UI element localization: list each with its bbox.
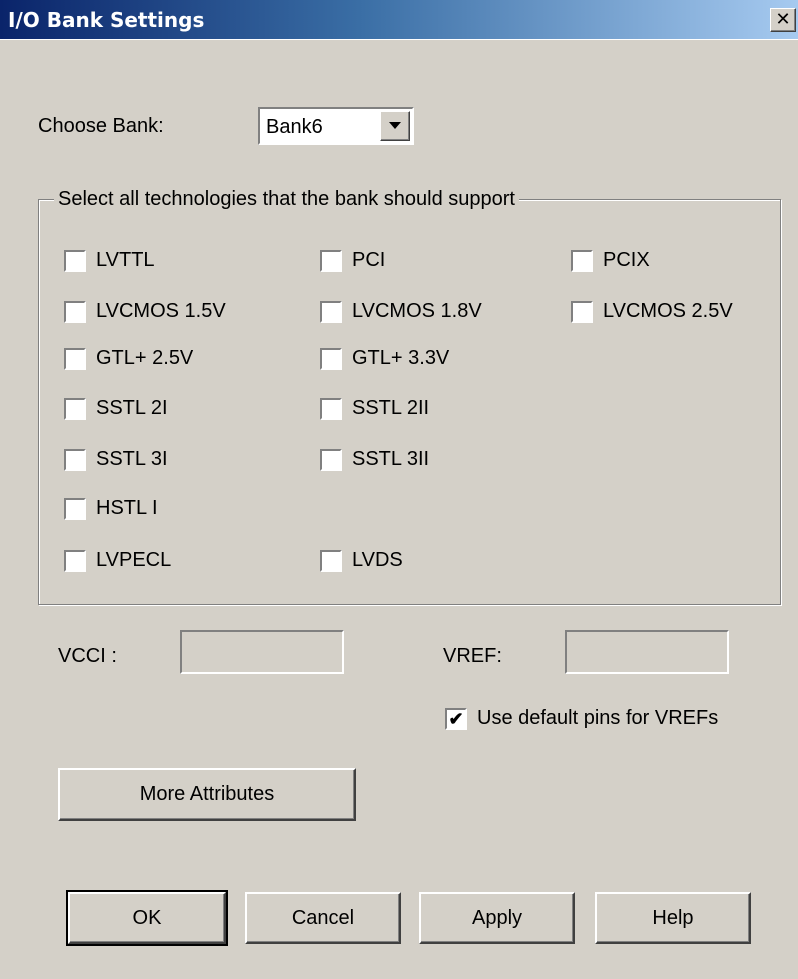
- window-title: I/O Bank Settings: [8, 8, 205, 32]
- checkbox-label: GTL+ 2.5V: [96, 347, 194, 369]
- checkbox-label: LVCMOS 1.8V: [352, 300, 482, 322]
- cancel-button[interactable]: Cancel: [245, 892, 401, 944]
- checkbox-label: LVCMOS 2.5V: [603, 300, 733, 322]
- checkbox-label: LVCMOS 1.5V: [96, 300, 226, 322]
- close-button[interactable]: ✕: [770, 8, 796, 32]
- checkbox-box[interactable]: [571, 301, 593, 323]
- checkbox-label: GTL+ 3.3V: [352, 347, 450, 369]
- close-icon: ✕: [775, 9, 791, 30]
- checkbox-label: Use default pins for VREFs: [477, 707, 719, 729]
- checkbox-label: PCIX: [603, 249, 650, 271]
- checkbox-box[interactable]: [320, 550, 342, 572]
- checkbox-box[interactable]: [320, 348, 342, 370]
- choose-bank-label: Choose Bank:: [38, 115, 164, 137]
- vref-field[interactable]: [565, 630, 729, 674]
- checkbox-box[interactable]: [64, 449, 86, 471]
- checkbox-label: SSTL 2II: [352, 397, 430, 419]
- io-bank-settings-dialog: I/O Bank Settings ✕ Choose Bank: Bank6 S…: [0, 0, 798, 979]
- vcci-label: VCCI :: [58, 645, 117, 667]
- checkbox-box[interactable]: [64, 348, 86, 370]
- checkbox-box[interactable]: [64, 301, 86, 323]
- checkbox-label: SSTL 3II: [352, 448, 430, 470]
- checkbox-box[interactable]: [320, 301, 342, 323]
- checkbox-label: SSTL 2I: [96, 397, 168, 419]
- checkbox-label: HSTL I: [96, 497, 158, 519]
- checkbox-box[interactable]: [64, 250, 86, 272]
- checkbox-box[interactable]: [320, 449, 342, 471]
- checkbox-label: LVPECL: [96, 549, 172, 571]
- checkbox-box[interactable]: [64, 398, 86, 420]
- checkbox-box[interactable]: [64, 550, 86, 572]
- checkbox-box[interactable]: [320, 398, 342, 420]
- vref-label: VREF:: [443, 645, 502, 667]
- checkbox-label: PCI: [352, 249, 386, 271]
- checkbox-label: SSTL 3I: [96, 448, 168, 470]
- checkbox-box[interactable]: ✔: [445, 708, 467, 730]
- title-bar[interactable]: I/O Bank Settings ✕: [0, 0, 798, 40]
- checkbox-box[interactable]: [64, 498, 86, 520]
- checkbox-label: LVDS: [352, 549, 403, 571]
- checkbox-box[interactable]: [320, 250, 342, 272]
- help-button[interactable]: Help: [595, 892, 751, 944]
- chevron-down-icon: [389, 122, 401, 129]
- ok-button[interactable]: OK: [66, 890, 228, 946]
- technologies-group-legend: Select all technologies that the bank sh…: [54, 188, 519, 211]
- bank-select[interactable]: Bank6: [258, 107, 414, 145]
- more-attributes-button[interactable]: More Attributes: [58, 768, 356, 821]
- apply-button[interactable]: Apply: [419, 892, 575, 944]
- bank-dropdown-button[interactable]: [380, 111, 410, 141]
- checkbox-label: LVTTL: [96, 249, 155, 271]
- vcci-field[interactable]: [180, 630, 344, 674]
- bank-select-value: Bank6: [266, 116, 323, 138]
- checkbox-box[interactable]: [571, 250, 593, 272]
